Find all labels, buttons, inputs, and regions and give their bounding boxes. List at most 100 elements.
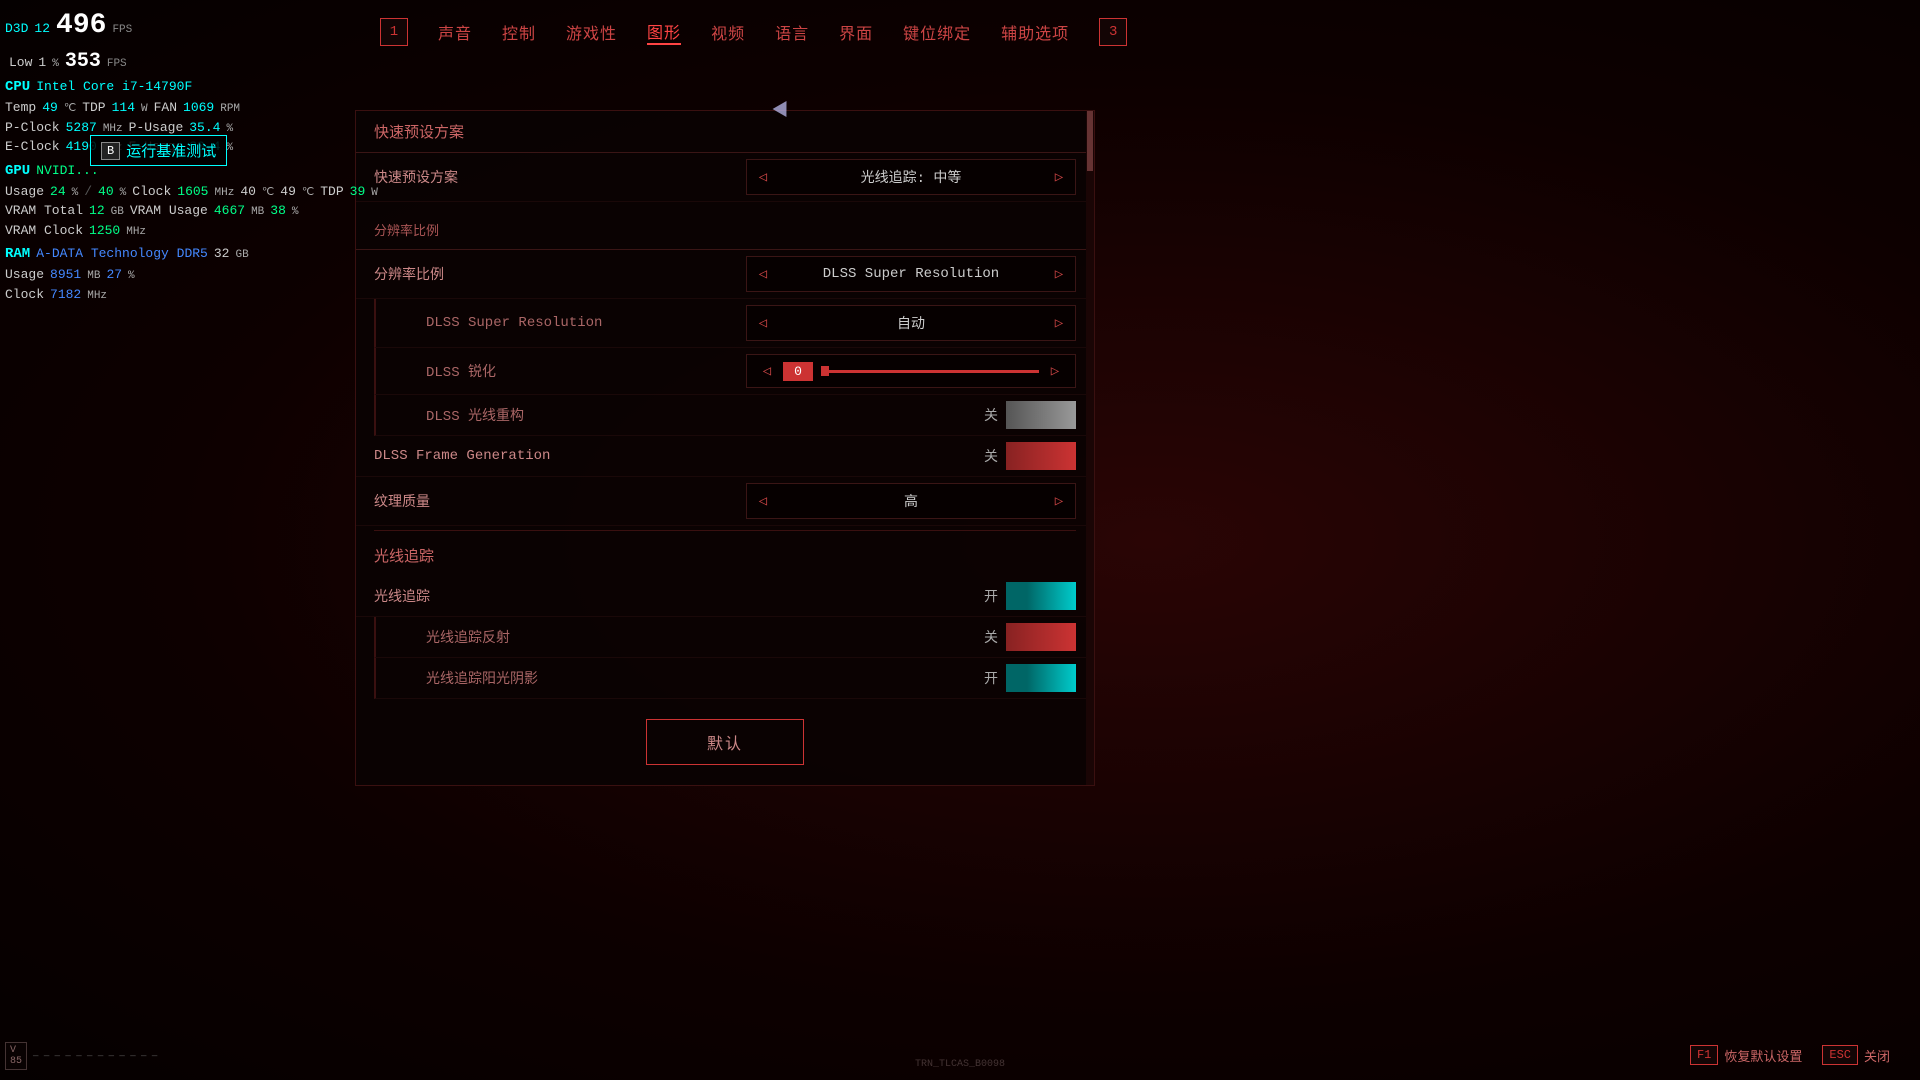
quick-preset-prev[interactable]: ◁ [747, 160, 779, 194]
dlss-recon-toggle[interactable] [1006, 401, 1076, 429]
hud-ram-unit: GB [235, 247, 248, 264]
hud-fan-val: 1069 [183, 98, 214, 118]
default-button[interactable]: 默认 [646, 719, 804, 765]
hud-fan-label: FAN [154, 98, 177, 118]
hud-clock-val: 1605 [177, 182, 208, 202]
dlss-sr-control[interactable]: ◁ 自动 ▷ [746, 305, 1076, 341]
texture-control[interactable]: ◁ 高 ▷ [746, 483, 1076, 519]
hud-pclock-label: P-Clock [5, 118, 60, 138]
benchmark-label: 运行基准测试 [126, 140, 216, 161]
hud-gpu-temp2: 49 [280, 182, 296, 202]
dlss-sharp-prev[interactable]: ◁ [751, 354, 783, 388]
hud-vram-usage-val: 4667 [214, 201, 245, 221]
nav-btn-3[interactable]: 3 [1099, 18, 1127, 46]
dlss-fg-row: DLSS Frame Generation 关 [356, 436, 1094, 477]
nav-item-video[interactable]: 视频 [711, 20, 745, 44]
nav-item-accessibility[interactable]: 辅助选项 [1001, 20, 1069, 44]
dlss-sharp-next[interactable]: ▷ [1039, 354, 1071, 388]
dlss-sr-prev[interactable]: ◁ [747, 306, 779, 340]
dlss-sr-next[interactable]: ▷ [1043, 306, 1075, 340]
hud-gpu-tdp-val: 39 [350, 182, 366, 202]
hud-low-label: Low [9, 53, 32, 73]
hud-usage-sym: % [72, 185, 79, 202]
nav-item-sound[interactable]: 声音 [438, 20, 472, 44]
rt-toggle-group: 开 [978, 582, 1076, 610]
hud-fps-value: 496 [56, 5, 106, 47]
hud-ram-usage-unit: MB [87, 268, 100, 285]
hud-vram-clock-val: 1250 [89, 221, 120, 241]
rt-shadow-label: 光线追踪阳光阴影 [426, 668, 978, 688]
resolution-prev[interactable]: ◁ [747, 257, 779, 291]
nav-item-keybind[interactable]: 键位绑定 [903, 20, 971, 44]
hud-gpu-tdp-label: TDP [320, 182, 343, 202]
resolution-next[interactable]: ▷ [1043, 257, 1075, 291]
restore-default-action: F1 恢复默认设置 [1690, 1045, 1802, 1065]
hud-d3d-num: 12 [34, 19, 50, 39]
hud-vram-total-val: 12 [89, 201, 105, 221]
nav-item-control[interactable]: 控制 [502, 20, 536, 44]
esc-label: 关闭 [1864, 1046, 1890, 1065]
quick-preset-control[interactable]: ◁ 光线追踪: 中等 ▷ [746, 159, 1076, 195]
dlss-fg-label: DLSS Frame Generation [374, 448, 978, 464]
resolution-control[interactable]: ◁ DLSS Super Resolution ▷ [746, 256, 1076, 292]
rt-reflect-status: 关 [978, 627, 998, 647]
dlss-sharp-track [821, 370, 1039, 373]
dlss-sharp-control[interactable]: ◁ 0 ▷ [746, 354, 1076, 388]
nav-btn-1[interactable]: 1 [380, 18, 408, 46]
hud-low-fps: 353 [65, 47, 101, 77]
nav-item-language[interactable]: 语言 [775, 20, 809, 44]
rt-shadow-toggle[interactable] [1006, 664, 1076, 692]
dlss-sharp-row: DLSS 锐化 ◁ 0 ▷ [374, 348, 1094, 395]
esc-key[interactable]: ESC [1822, 1045, 1858, 1065]
hud-gpu-label: GPU [5, 161, 30, 182]
version-box: V 85 [5, 1042, 27, 1070]
benchmark-tooltip: B 运行基准测试 [90, 135, 227, 166]
texture-prev[interactable]: ◁ [747, 484, 779, 518]
hud-gpu-temp1: 40 [240, 182, 256, 202]
benchmark-btn[interactable]: B [101, 142, 120, 160]
hud-ram-clock-label: Clock [5, 285, 44, 305]
hud-pusage-unit: % [226, 121, 233, 138]
nav-item-graphics[interactable]: 图形 [647, 19, 681, 45]
dlss-fg-toggle-group: 关 [978, 442, 1076, 470]
texture-next[interactable]: ▷ [1043, 484, 1075, 518]
rt-status: 开 [978, 586, 998, 606]
rt-shadow-toggle-group: 开 [978, 664, 1076, 692]
hud-eclock-label: E-Clock [5, 137, 60, 157]
hud-vram-usage-pct: 38 [270, 201, 286, 221]
rt-reflect-toggle[interactable] [1006, 623, 1076, 651]
hud-fps-label: FPS [112, 22, 132, 39]
rt-label: 光线追踪 [374, 586, 978, 606]
nav-item-gameplay[interactable]: 游戏性 [566, 20, 617, 44]
hud-ram-usage-val: 8951 [50, 265, 81, 285]
rt-toggle[interactable] [1006, 582, 1076, 610]
hud-temp-unit: ℃ [64, 101, 76, 118]
rt-section-header: 光线追踪 [356, 535, 1094, 576]
resolution-value: DLSS Super Resolution [779, 266, 1043, 282]
quick-preset-label: 快速预设方案 [374, 167, 746, 187]
version-bar: — — — — — — — — — — — — [33, 1051, 157, 1061]
panel-scrollbar[interactable] [1086, 111, 1094, 785]
hud-tdp-unit: W [141, 101, 148, 118]
hud-vram-usage-label: VRAM Usage [130, 201, 208, 221]
dlss-fg-status: 关 [978, 446, 998, 466]
hud-ram-name: A-DATA Technology DDR5 [36, 244, 208, 264]
dlss-recon-toggle-group: 关 [978, 401, 1076, 429]
resolution-section-header: 分辨率比例 [356, 210, 1094, 250]
hud-vram-total-unit: GB [111, 204, 124, 221]
hud-cpu-name: Intel Core i7-14790F [36, 77, 192, 97]
quick-preset-next[interactable]: ▷ [1043, 160, 1075, 194]
top-nav: 1 声音 控制 游戏性 图形 视频 语言 界面 键位绑定 辅助选项 3 [380, 18, 1880, 46]
f1-key[interactable]: F1 [1690, 1045, 1718, 1065]
dlss-sharp-value: 0 [783, 362, 813, 381]
hud-temp-val: 49 [42, 98, 58, 118]
rt-reflect-label: 光线追踪反射 [426, 627, 978, 647]
hud-cpu-label: CPU [5, 77, 30, 98]
hud-low-num: 1 [38, 53, 46, 73]
bottom-left: V 85 — — — — — — — — — — — — [5, 1042, 157, 1070]
hud-low-sym: % [52, 56, 59, 73]
hud-tdp-val: 114 [112, 98, 135, 118]
nav-item-ui[interactable]: 界面 [839, 20, 873, 44]
hud-usage-max: 40 [98, 182, 114, 202]
dlss-fg-toggle[interactable] [1006, 442, 1076, 470]
